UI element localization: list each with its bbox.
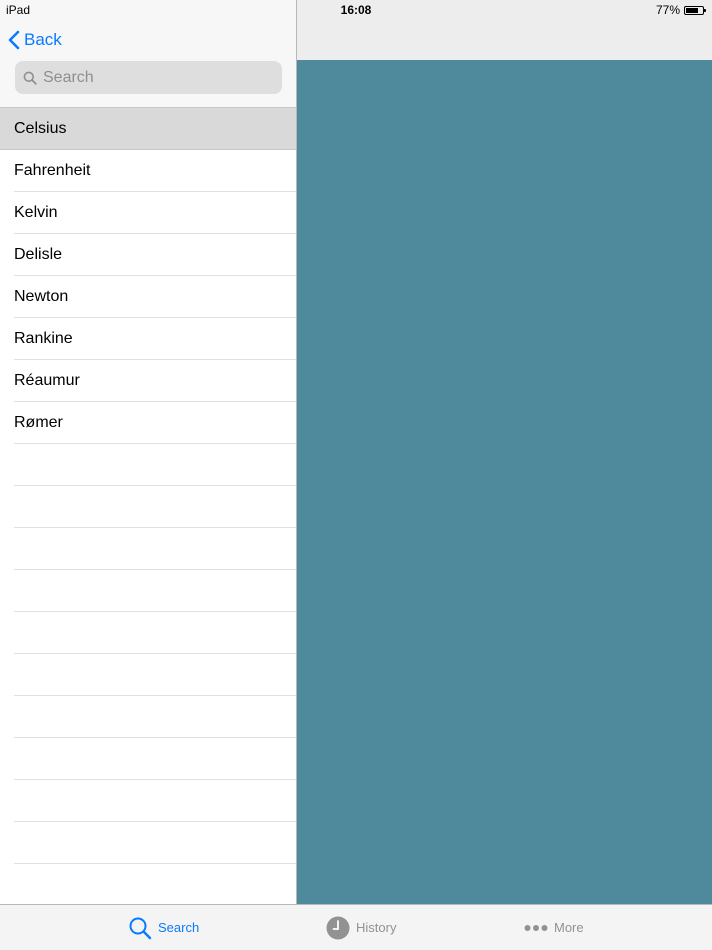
more-dots-icon bbox=[524, 924, 548, 931]
empty-row bbox=[0, 780, 296, 822]
list-item-label: Rømer bbox=[14, 414, 63, 431]
empty-row bbox=[0, 654, 296, 696]
empty-row bbox=[0, 696, 296, 738]
list-item[interactable]: Fahrenheit bbox=[0, 150, 296, 192]
empty-row bbox=[0, 738, 296, 780]
status-bar: iPad 16:08 77% bbox=[0, 0, 712, 20]
tab-more-label: More bbox=[554, 920, 584, 935]
empty-row bbox=[0, 570, 296, 612]
empty-row bbox=[0, 444, 296, 486]
tab-bar: Search History More bbox=[0, 904, 712, 950]
clock-icon bbox=[326, 916, 350, 939]
list-item-label: Réaumur bbox=[14, 372, 80, 389]
list-item-label: Kelvin bbox=[14, 204, 58, 221]
battery-percentage: 77% bbox=[655, 3, 680, 17]
battery-icon bbox=[684, 5, 706, 15]
empty-row bbox=[0, 864, 296, 906]
back-button[interactable]: Back bbox=[8, 28, 62, 52]
list-item[interactable]: Réaumur bbox=[0, 360, 296, 402]
unit-list: Celsius Fahrenheit Kelvin Delisle Newton Rank… bbox=[0, 108, 296, 948]
list-item-label: Delisle bbox=[14, 246, 63, 263]
empty-row bbox=[0, 612, 296, 654]
tab-history-label: History bbox=[356, 920, 397, 935]
empty-row bbox=[0, 822, 296, 864]
tab-search-label: Search bbox=[158, 920, 200, 935]
list-item[interactable]: Celsius bbox=[0, 108, 296, 150]
search-icon bbox=[129, 917, 152, 939]
tab-search[interactable]: Search bbox=[128, 905, 199, 950]
status-time: 16:08 bbox=[340, 3, 372, 17]
list-item[interactable]: Newton bbox=[0, 276, 296, 318]
tab-more[interactable]: More bbox=[524, 905, 584, 950]
master-pane: Back Celsius Fahrenheit Kelvin Delisle Newto… bbox=[0, 0, 296, 948]
search-input[interactable] bbox=[43, 68, 263, 87]
empty-row bbox=[0, 486, 296, 528]
battery-status: 77% bbox=[655, 0, 706, 20]
list-item-label: Newton bbox=[14, 288, 69, 305]
back-button-label: Back bbox=[24, 30, 62, 49]
search-icon bbox=[23, 71, 37, 85]
chevron-left-icon bbox=[8, 30, 20, 50]
list-item-label: Rankine bbox=[14, 330, 73, 347]
list-item[interactable]: Rømer bbox=[0, 402, 296, 444]
battery-fill bbox=[686, 7, 699, 13]
tab-history[interactable]: History bbox=[326, 905, 396, 950]
list-item[interactable]: Delisle bbox=[0, 234, 296, 276]
empty-row bbox=[0, 528, 296, 570]
list-item-label: Fahrenheit bbox=[14, 162, 91, 179]
list-item[interactable]: Kelvin bbox=[0, 192, 296, 234]
detail-content bbox=[297, 60, 712, 904]
search-bar[interactable] bbox=[15, 61, 282, 94]
list-item-label: Celsius bbox=[14, 120, 67, 137]
list-item[interactable]: Rankine bbox=[0, 318, 296, 360]
